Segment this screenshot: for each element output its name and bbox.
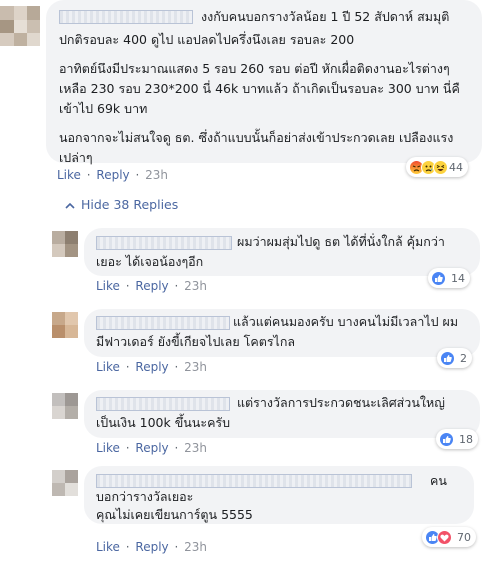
separator-dot: ·	[174, 360, 179, 374]
separator-dot: ·	[135, 168, 140, 182]
reply-text-line: บอกว่ารางวัลเยอะ	[96, 489, 194, 504]
comment-actions: Like · Reply · 23h	[57, 167, 168, 183]
reply-link[interactable]: Reply	[135, 441, 168, 455]
reply-reactions[interactable]: 70	[422, 527, 476, 547]
like-link[interactable]: Like	[96, 360, 120, 374]
reply-avatar[interactable]	[52, 312, 78, 338]
separator-dot: ·	[174, 441, 179, 455]
separator-dot: ·	[86, 168, 91, 182]
like-link[interactable]: Like	[96, 540, 120, 554]
reply-text-line: ผมว่าผมสุ่มไปดู ธต ได้ที่นั่งใกล้ คุ้มกว…	[237, 234, 445, 249]
reaction-count: 70	[457, 530, 471, 544]
commenter-avatar[interactable]	[0, 6, 40, 46]
comment-text-line: อาทิตย์นึงมีประมาณแสดง 5 รอบ 260 รอบ ต่อ…	[59, 61, 450, 76]
separator-dot: ·	[174, 279, 179, 293]
love-reaction-icon	[437, 529, 452, 545]
reply-link[interactable]: Reply	[135, 540, 168, 554]
comment-reactions[interactable]: 44	[406, 157, 468, 177]
reply-link[interactable]: Reply	[135, 279, 168, 293]
reply-text-line: แล้วแต่คนมองครับ บางคนไม่มีเวลาไป ผม	[233, 314, 459, 329]
reply-text-line: คน	[430, 473, 447, 488]
reply-text-line: เยอะ ได้เจอน้องๆอีก	[96, 254, 204, 269]
reply-reactions[interactable]: 18	[436, 429, 478, 449]
reply-avatar[interactable]	[52, 231, 78, 257]
reply-text-line: เป็นเงิน 100k ขึ้นนะครับ	[96, 415, 231, 430]
like-link[interactable]: Like	[57, 168, 81, 182]
comment-text-line: เปล่าๆ	[59, 150, 93, 165]
reply-actions: Like · Reply · 23h	[96, 278, 207, 294]
reaction-count: 44	[449, 160, 463, 174]
hide-replies-label: Hide 38 Replies	[81, 197, 179, 212]
comment-text-line: เข้าไป 69k บาท	[59, 101, 148, 116]
reaction-count: 14	[451, 271, 465, 285]
reply-avatar[interactable]	[52, 470, 78, 496]
separator-dot: ·	[125, 540, 130, 554]
reaction-count: 18	[459, 432, 473, 446]
like-reaction-icon	[439, 431, 454, 447]
reply-reactions[interactable]: 2	[437, 348, 472, 368]
reaction-count: 2	[460, 351, 467, 365]
comment-text-line: งงกับคนบอกรางวัลน้อย 1 ปี 52 สัปดาห์ สมม…	[201, 9, 450, 24]
separator-dot: ·	[174, 540, 179, 554]
comment-text-line: ปกติรอบละ 400 ดูไป แอปลดไปครึ่งนึงเลย รอ…	[59, 32, 355, 47]
like-link[interactable]: Like	[96, 441, 120, 455]
reply-avatar[interactable]	[52, 393, 78, 419]
reply-actions: Like · Reply · 23h	[96, 440, 207, 456]
timestamp[interactable]: 23h	[184, 540, 207, 554]
haha-reaction-icon	[433, 159, 448, 175]
like-link[interactable]: Like	[96, 279, 120, 293]
timestamp[interactable]: 23h	[184, 441, 207, 455]
hide-replies-link[interactable]: Hide 38 Replies	[65, 197, 178, 212]
separator-dot: ·	[125, 360, 130, 374]
chevron-up-icon	[65, 197, 75, 212]
timestamp[interactable]: 23h	[184, 279, 207, 293]
separator-dot: ·	[125, 441, 130, 455]
reply-author-name[interactable]	[96, 397, 230, 411]
timestamp[interactable]: 23h	[184, 360, 207, 374]
reply-text-line: แต่รางวัลการประกวดชนะเลิศส่วนใหญ่	[237, 395, 445, 410]
timestamp[interactable]: 23h	[145, 168, 168, 182]
reply-actions: Like · Reply · 23h	[96, 539, 207, 555]
comment-text-line: นอกจากจะไม่สนใจดู ธต. ซึ่งถ้าแบบนั้นก็อย…	[59, 130, 454, 145]
reply-author-name[interactable]	[96, 236, 232, 250]
commenter-name[interactable]	[59, 10, 193, 24]
comment-text-line: เหลือ 230 รอบ 230*200 นี่ 46k บาทแล้ว ถ้…	[59, 81, 460, 96]
separator-dot: ·	[125, 279, 130, 293]
like-reaction-icon	[440, 350, 455, 366]
reply-link[interactable]: Reply	[96, 168, 129, 182]
reply-actions: Like · Reply · 23h	[96, 359, 207, 375]
reply-link[interactable]: Reply	[135, 360, 168, 374]
reply-reactions[interactable]: 14	[428, 268, 470, 288]
reply-author-name[interactable]	[96, 474, 412, 488]
reply-text-line: มีฟาวเดอร์ ยังขี้เกียจไปเลย โคตรไกล	[96, 334, 296, 349]
reply-author-name[interactable]	[96, 316, 230, 330]
reply-text-line: คุณไม่เคยเขียนการ์ตูน 5555	[96, 507, 253, 522]
like-reaction-icon	[431, 270, 446, 286]
